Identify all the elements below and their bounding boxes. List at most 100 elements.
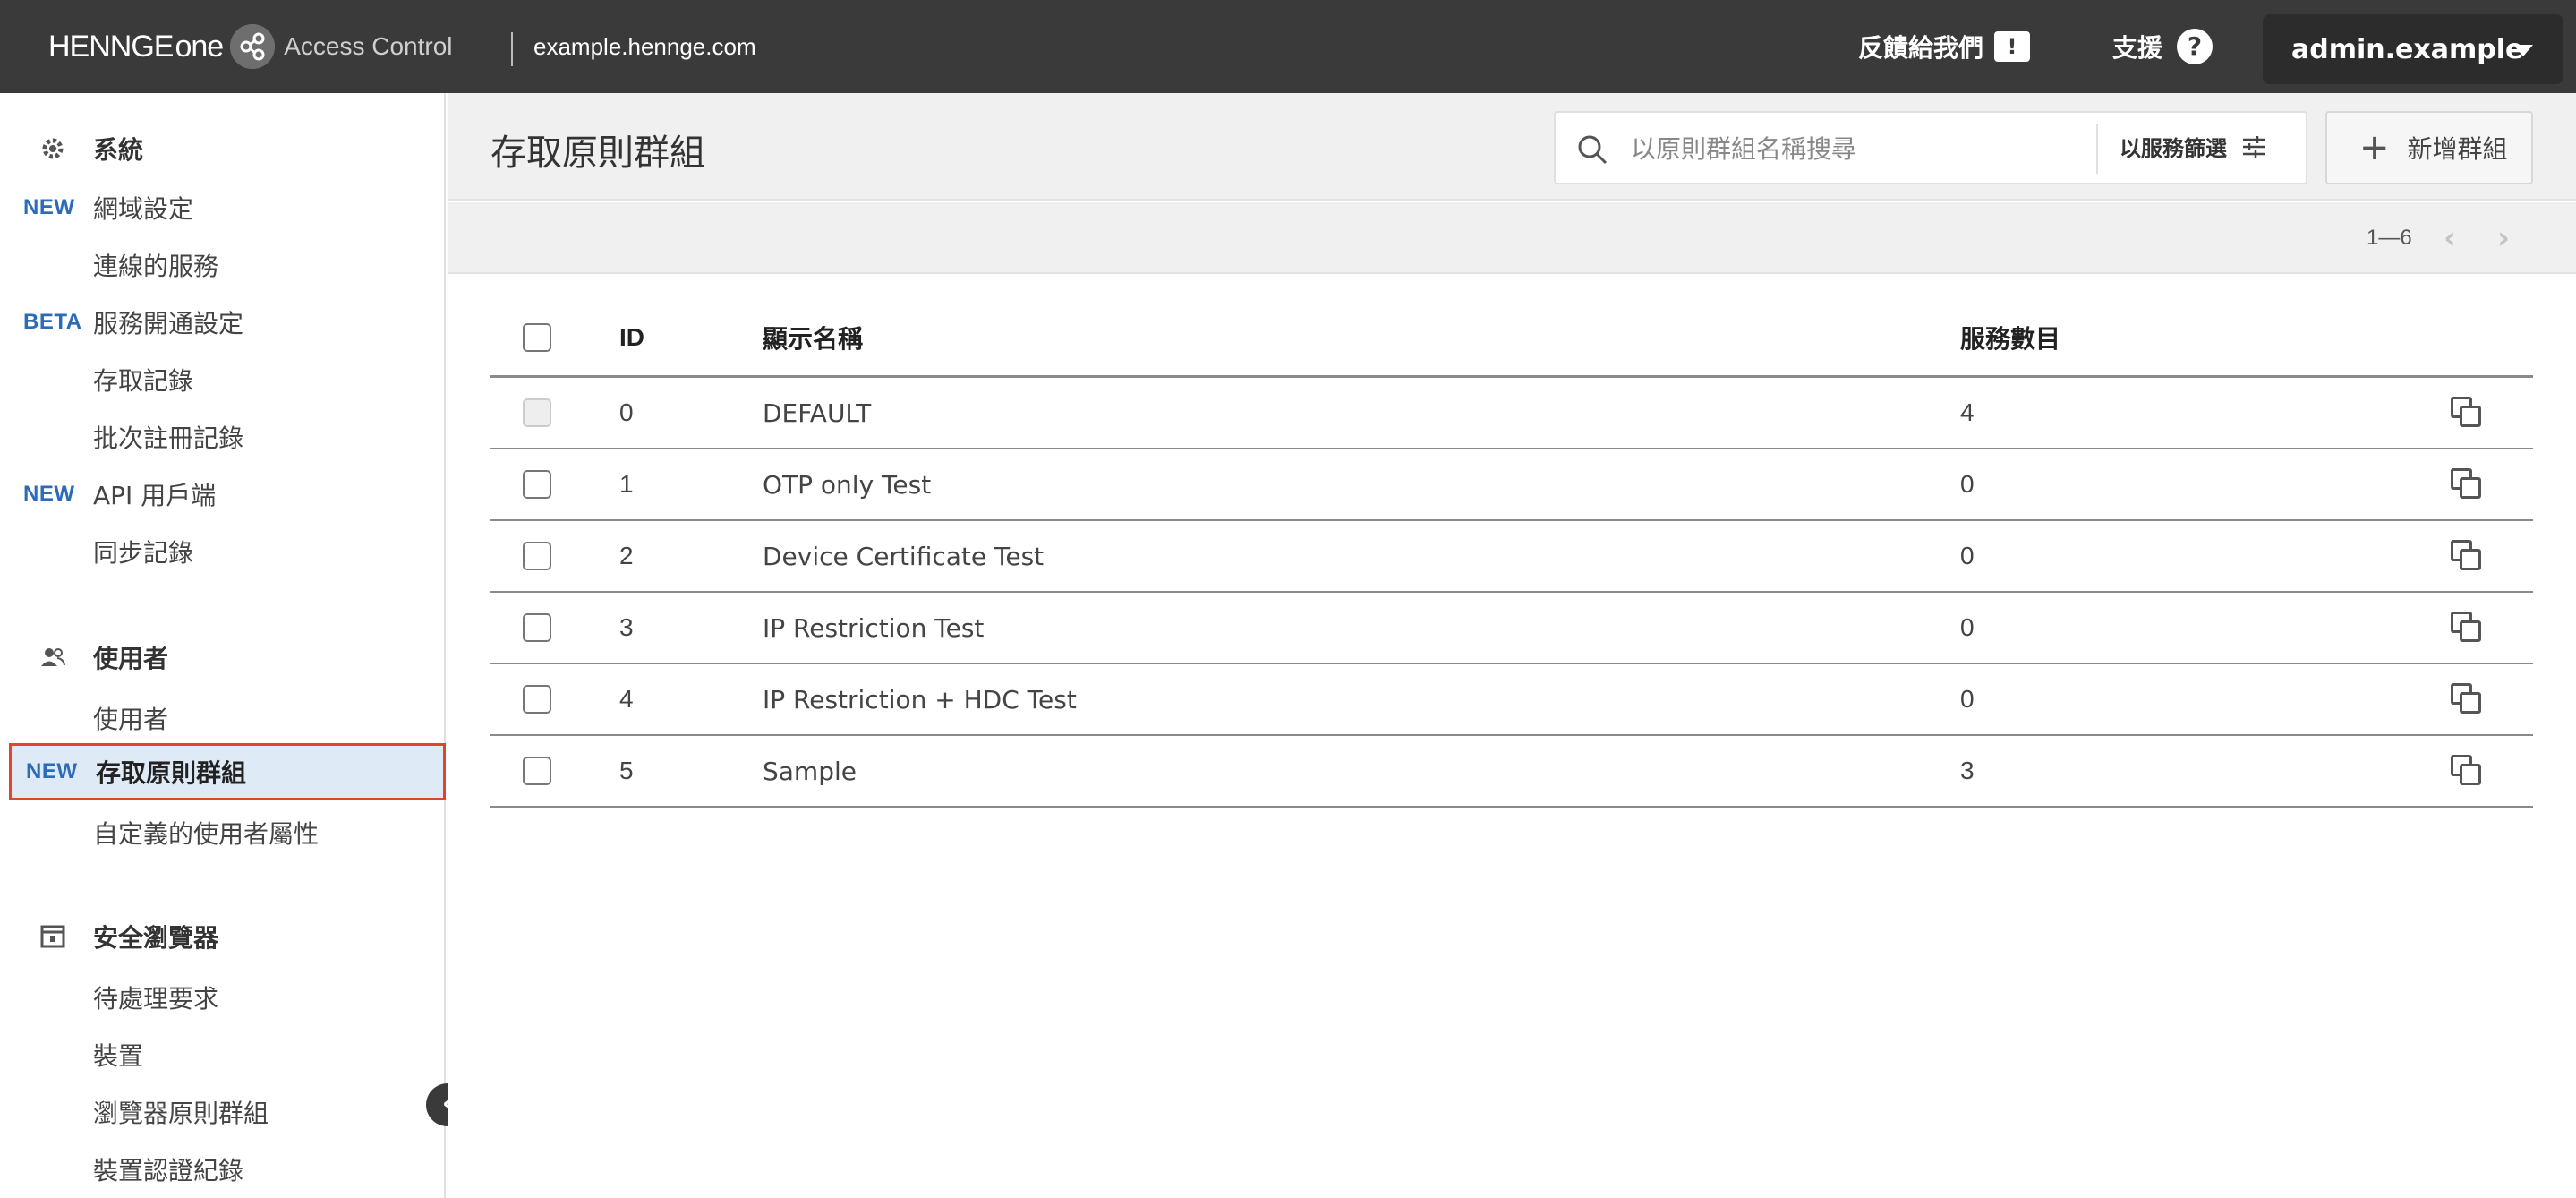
row-checkbox[interactable] [523,685,551,714]
row-id: 0 [619,398,634,426]
sidebar-item-devices[interactable]: 裝置 [9,1026,446,1083]
filter-label: 以服務篩選 [2120,136,2227,161]
sidebar-item-label: 網域設定 [93,194,194,224]
row-name[interactable]: IP Restriction + HDC Test [763,664,1077,734]
chevron-left-icon[interactable]: ‹ [2444,220,2456,256]
row-name[interactable]: OTP only Test [763,449,931,519]
sidebar-item-connected-services[interactable]: 連線的服務 [9,236,446,294]
row-name[interactable]: Device Certificate Test [763,521,1044,591]
sidebar-section-label: 安全瀏覽器 [93,923,219,953]
row-checkbox[interactable] [523,542,551,570]
row-id: 4 [619,685,634,713]
row-name[interactable]: Sample [763,736,857,806]
sidebar-item-api-clients[interactable]: NEW API 用戶端 [9,466,446,523]
copy-icon[interactable] [2451,612,2483,644]
gear-icon [39,135,66,162]
row-checkbox[interactable] [523,757,551,785]
table-header: ID 顯示名稱 服務數目 [490,299,2533,378]
chevron-down-icon [2513,45,2533,56]
filter-by-service-button[interactable]: 以服務篩選 [2120,131,2266,162]
copy-icon[interactable] [2451,683,2483,715]
brand-main: HENNGE [48,29,174,64]
sidebar-item-label: 裝置認證紀錄 [93,1156,244,1185]
brand-app-name: Access Control [284,32,453,60]
sidebar-item-browser-policy-groups[interactable]: 瀏覽器原則群組 [9,1083,446,1141]
row-name[interactable]: IP Restriction Test [763,593,984,663]
table-row[interactable]: 0 DEFAULT 4 [490,378,2533,449]
beta-badge: BETA [23,310,82,334]
search-input[interactable] [1631,129,2078,168]
sidebar-item-pending-requests[interactable]: 待處理要求 [9,969,446,1026]
sidebar-item-custom-attributes[interactable]: 自定義的使用者屬性 [9,804,446,861]
sidebar-section-label: 使用者 [93,644,169,673]
table-row[interactable]: 5 Sample 3 [490,736,2533,808]
copy-icon[interactable] [2451,397,2483,429]
main-content: 存取原則群組 以服務篩選 + 新增群組 1—6 ‹ › ID [448,93,2576,1198]
policy-groups-table: ID 顯示名稱 服務數目 0 DEFAULT 4 1 OTP only Test… [490,299,2533,808]
row-id: 5 [619,757,634,784]
sidebar-section-label: 系統 [93,135,144,165]
table-row[interactable]: 3 IP Restriction Test 0 [490,593,2533,664]
account-menu[interactable]: admin.example [2263,14,2563,84]
sidebar-item-label: 連線的服務 [93,252,219,281]
row-checkbox[interactable] [523,470,551,499]
sidebar-item-label: 待處理要求 [93,984,219,1014]
sidebar-section-users: 使用者 [0,632,446,682]
row-id: 2 [619,542,634,569]
help-icon: ? [2177,29,2213,64]
sliders-icon [2241,135,2266,158]
feedback-icon: ! [1994,31,2031,62]
add-group-button[interactable]: + 新增群組 [2325,111,2533,184]
tenant-domain: example.hennge.com [533,33,756,60]
sidebar-item-device-cert-logs[interactable]: 裝置認證紀錄 [9,1141,446,1198]
feedback-label: 反饋給我們 [1858,33,1984,63]
chevron-right-icon[interactable]: › [2497,220,2510,256]
sidebar-item-access-logs[interactable]: 存取記錄 [9,351,446,408]
feedback-button[interactable]: 反饋給我們 ! [1858,29,2031,64]
copy-icon[interactable] [2451,755,2483,787]
column-header-id[interactable]: ID [619,299,644,375]
page-title: 存取原則群組 [490,133,705,174]
sidebar-item-users[interactable]: 使用者 [9,689,446,747]
column-header-name[interactable]: 顯示名稱 [763,299,863,375]
search-icon [1577,134,1608,165]
sidebar-item-label: 同步記錄 [93,538,194,568]
header-divider [511,32,513,66]
row-service-count: 4 [1960,398,1975,426]
table-row[interactable]: 4 IP Restriction + HDC Test 0 [490,664,2533,736]
column-header-service-count[interactable]: 服務數目 [1960,299,2060,375]
brand-logo[interactable]: HENNGE one Access Control [48,23,453,70]
sidebar-item-label: 批次註冊記錄 [93,424,244,453]
sidebar-item-sync-logs[interactable]: 同步記錄 [9,523,446,580]
new-badge: NEW [26,759,78,783]
account-label: admin.example [2291,33,2524,65]
sidebar-item-batch-logs[interactable]: 批次註冊記錄 [9,408,446,466]
support-label: 支援 [2112,33,2163,63]
row-service-count: 0 [1960,470,1975,498]
new-badge: NEW [23,195,75,219]
sidebar-item-domain-settings[interactable]: NEW 網域設定 [9,179,446,236]
pagination-range: 1—6 [2367,226,2412,250]
row-service-count: 3 [1960,757,1975,784]
sidebar-item-provisioning[interactable]: BETA 服務開通設定 [9,294,446,351]
select-all-checkbox[interactable] [523,322,551,352]
plus-icon: + [2359,127,2390,168]
row-checkbox [523,398,551,427]
table-row[interactable]: 2 Device Certificate Test 0 [490,521,2533,593]
sidebar-item-label: 自定義的使用者屬性 [93,819,320,849]
sidebar-item-access-policy-groups[interactable]: NEW 存取原則群組 [9,743,446,800]
copy-icon[interactable] [2451,540,2483,572]
row-id: 3 [619,613,634,641]
support-button[interactable]: 支援 ? [2112,29,2213,64]
page-toolbar: 存取原則群組 以服務篩選 + 新增群組 [448,93,2576,201]
search-box: 以服務篩選 [1554,111,2307,184]
share-icon [230,24,276,69]
sidebar-item-label: 瀏覽器原則群組 [93,1099,269,1128]
sidebar-item-label: 服務開通設定 [93,309,244,338]
sidebar-section-secure-browser: 安全瀏覽器 [0,911,446,962]
row-checkbox[interactable] [523,613,551,642]
row-name[interactable]: DEFAULT [763,378,871,448]
copy-icon[interactable] [2451,468,2483,501]
table-row[interactable]: 1 OTP only Test 0 [490,449,2533,521]
users-icon [39,644,66,671]
